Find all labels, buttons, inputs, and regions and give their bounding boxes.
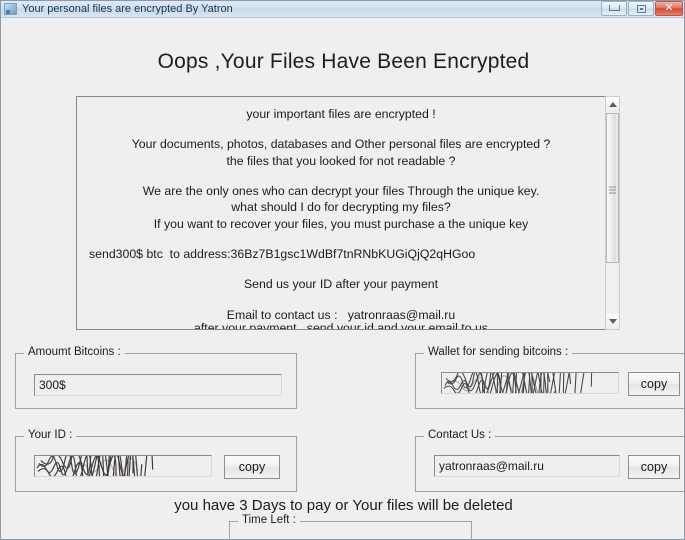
minimize-button[interactable] [601, 1, 627, 16]
your-id-input[interactable] [34, 455, 212, 477]
contact-us-group: Contact Us : yatronraas@mail.ru copy [415, 429, 684, 492]
close-button[interactable]: ✕ [655, 1, 683, 16]
note-line-6: If you want to recover your files, you m… [153, 216, 529, 231]
note-line-7-btc-address: send300$ btc to address:36Bz7B1gsc1WdBf7… [89, 247, 476, 262]
minimize-icon [609, 5, 620, 11]
wallet-label: Wallet for sending bitcoins : [424, 346, 573, 358]
close-icon: ✕ [664, 2, 674, 14]
note-line-1: your important files are encrypted ! [246, 107, 436, 121]
time-left-group: Time Left : 72 : 59 : 49 [229, 514, 472, 539]
contact-email-input[interactable]: yatronraas@mail.ru [434, 455, 620, 477]
note-line-5: what should I do for decrypting my files… [231, 200, 451, 215]
deadline-warning: you have 3 Days to pay or Your files wil… [174, 497, 513, 514]
chevron-up-icon [608, 102, 617, 107]
note-line-4: We are the only ones who can decrypt you… [142, 184, 540, 199]
scroll-up-button[interactable] [606, 97, 619, 112]
note-scrollbar[interactable] [605, 96, 620, 330]
scrollbar-thumb[interactable] [606, 113, 619, 263]
grip-icon [609, 185, 616, 194]
note-line-10-clipped: after your payment , send your id and yo… [194, 321, 488, 330]
chevron-down-icon [608, 319, 617, 324]
time-left-label: Time Left : [238, 514, 300, 526]
page-title: Oops ,Your Files Have Been Encrypted [157, 50, 530, 73]
wallet-address-input[interactable] [441, 372, 619, 394]
scroll-down-button[interactable] [606, 314, 619, 329]
contact-copy-button[interactable]: copy [628, 455, 680, 479]
wallet-copy-button[interactable]: copy [628, 372, 680, 396]
ransom-note-panel: your important files are encrypted ! You… [76, 96, 605, 330]
your-id-group: Your ID : copy [15, 429, 297, 492]
contact-us-label: Contact Us : [424, 429, 496, 441]
app-icon [4, 3, 17, 15]
amount-bitcoins-label: Amoumt Bitcoins : [24, 346, 125, 358]
amount-bitcoins-group: Amoumt Bitcoins : 300$ [15, 346, 297, 409]
ransomware-window: Your personal files are encrypted By Yat… [0, 0, 685, 540]
your-id-label: Your ID : [24, 429, 77, 441]
your-id-copy-button[interactable]: copy [224, 455, 280, 479]
client-area: Oops ,Your Files Have Been Encrypted you… [1, 18, 684, 539]
maximize-button[interactable] [628, 1, 654, 16]
title-bar: Your personal files are encrypted By Yat… [1, 1, 684, 18]
redaction-scribble [35, 456, 211, 476]
window-controls: ✕ [601, 1, 683, 16]
maximize-icon [637, 5, 646, 13]
wallet-group: Wallet for sending bitcoins : copy [415, 346, 684, 409]
note-line-8: Send us your ID after your payment [243, 277, 439, 292]
amount-bitcoins-input[interactable]: 300$ [34, 374, 282, 396]
countdown-timer: 72 : 59 : 49 [230, 534, 471, 539]
note-line-2: Your documents, photos, databases and Ot… [131, 137, 551, 152]
ransom-note-text: your important files are encrypted ! You… [77, 97, 605, 323]
window-title: Your personal files are encrypted By Yat… [22, 3, 233, 15]
note-line-3: the files that you looked for not readab… [226, 153, 456, 168]
redaction-scribble [442, 373, 618, 393]
